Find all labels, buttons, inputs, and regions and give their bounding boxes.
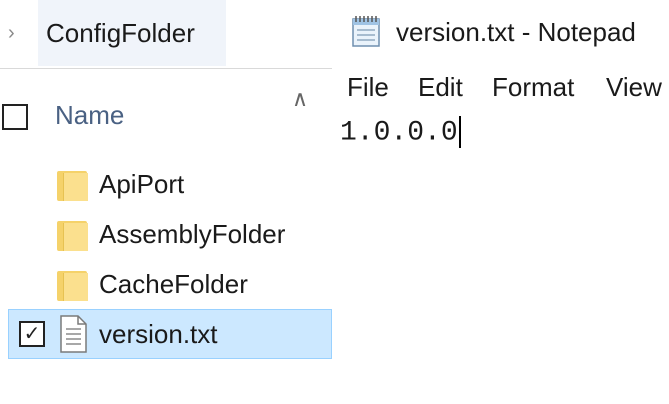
select-all-checkbox[interactable] (2, 104, 28, 130)
column-header-name[interactable]: Name (55, 100, 124, 131)
list-item[interactable]: ApiPort (0, 160, 332, 210)
folder-icon (57, 169, 88, 201)
folder-icon (57, 219, 88, 251)
menu-bar: File Edit Format View (332, 66, 669, 108)
editor-text: 1.0.0.0 (340, 117, 458, 149)
sort-ascending-icon[interactable]: ∧ (292, 86, 308, 112)
menu-format[interactable]: Format (492, 72, 574, 103)
item-label: AssemblyFolder (99, 219, 286, 249)
text-file-icon (60, 315, 87, 353)
file-explorer-pane: › ConfigFolder ∧ Name ApiPort AssemblyFo… (0, 0, 332, 404)
title-bar[interactable]: version.txt - Notepad (332, 0, 669, 66)
menu-file[interactable]: File (347, 72, 389, 103)
folder-icon (57, 269, 88, 301)
chevron-right-icon[interactable]: › (8, 22, 15, 45)
text-editor-area[interactable]: 1.0.0.0 (332, 108, 669, 404)
list-item-selected[interactable]: ✓ version.txt (8, 309, 332, 359)
item-label: CacheFolder (99, 269, 248, 299)
list-item[interactable]: AssemblyFolder (0, 210, 332, 260)
breadcrumb: › ConfigFolder (0, 0, 332, 69)
list-item[interactable]: CacheFolder (0, 260, 332, 310)
item-label: version.txt (99, 319, 218, 349)
breadcrumb-folder[interactable]: ConfigFolder (38, 0, 226, 66)
column-header-row: ∧ Name (0, 86, 332, 148)
item-checkbox[interactable]: ✓ (19, 321, 45, 347)
menu-view[interactable]: View (606, 72, 662, 103)
notepad-window: version.txt - Notepad File Edit Format V… (332, 0, 669, 404)
notepad-icon (352, 16, 380, 47)
item-label: ApiPort (99, 169, 185, 199)
text-caret (458, 116, 461, 148)
editor-content[interactable]: 1.0.0.0 (340, 116, 461, 148)
window-title: version.txt - Notepad (396, 17, 636, 47)
menu-edit[interactable]: Edit (418, 72, 463, 103)
